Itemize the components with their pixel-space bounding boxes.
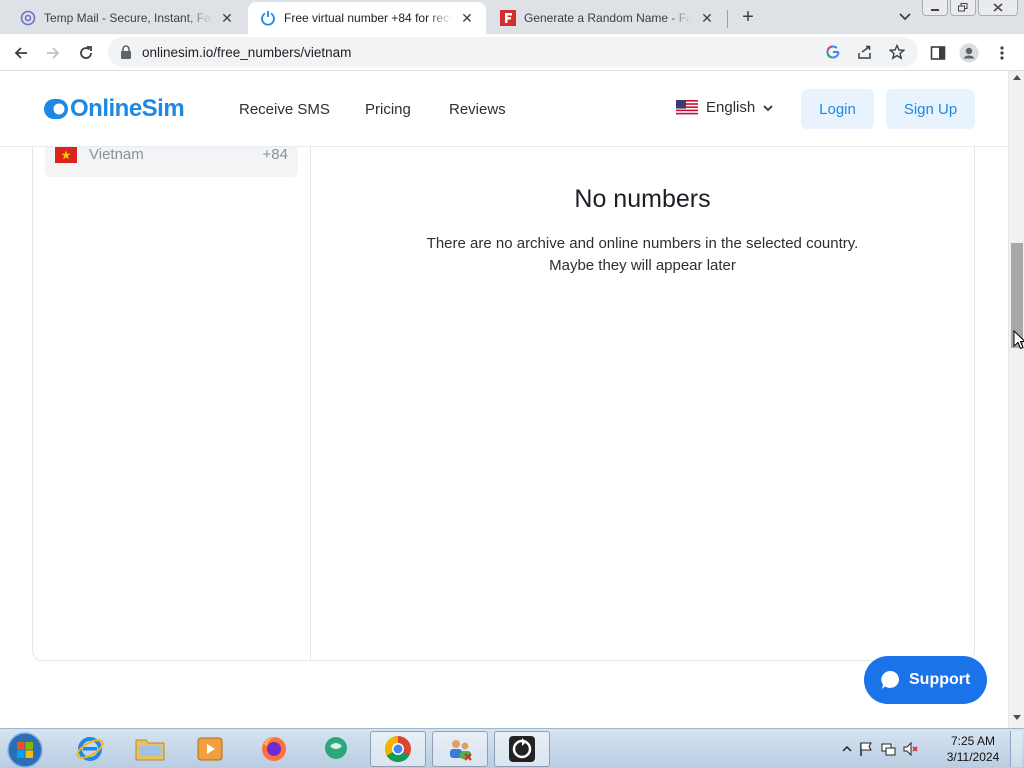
- show-desktop-button[interactable]: [1010, 731, 1022, 767]
- chrome-icon: [384, 735, 411, 763]
- avatar-icon: [959, 43, 979, 63]
- close-icon: [993, 3, 1003, 12]
- clock-time: 7:25 AM: [950, 734, 996, 748]
- reload-icon: [80, 46, 92, 59]
- empty-state-title: No numbers: [574, 185, 711, 213]
- mouse-cursor-icon: [1013, 330, 1024, 350]
- address-bar[interactable]: onlinesim.io/free_numbers/vietnam: [108, 37, 918, 67]
- scroll-down-icon[interactable]: [1012, 714, 1022, 722]
- tab-fake-name[interactable]: Generate a Random Name - Fake ✕: [488, 2, 726, 34]
- us-flag-icon: [676, 99, 698, 116]
- logo-text: OnlineSim: [70, 95, 185, 122]
- show-hidden-icons-icon[interactable]: [842, 744, 852, 754]
- menu-button[interactable]: [991, 42, 1013, 64]
- close-window-button[interactable]: [978, 0, 1018, 16]
- tab-title: Generate a Random Name - Fake: [524, 11, 692, 25]
- tab-title: Temp Mail - Secure, Instant, Fast: [44, 11, 212, 25]
- login-button[interactable]: Login: [801, 89, 874, 129]
- taskbar-internet-explorer[interactable]: [62, 731, 118, 767]
- firefox-icon: [262, 737, 286, 761]
- internet-explorer-icon: [76, 737, 104, 761]
- chat-bubble-icon: [881, 670, 900, 689]
- clock-date: 3/11/2024: [946, 750, 1000, 764]
- country-code: +84: [262, 146, 288, 163]
- folder-icon: [135, 739, 165, 761]
- bookmark-button[interactable]: [888, 43, 906, 61]
- side-panel-icon: [930, 46, 946, 60]
- google-lens-icon: [826, 45, 840, 59]
- tab-onlinesim[interactable]: Free virtual number +84 for rece ✕: [248, 2, 486, 34]
- empty-state-message: There are no archive and online numbers …: [426, 235, 859, 252]
- empty-state-hint: Maybe they will appear later: [549, 257, 736, 274]
- reload-button[interactable]: [75, 42, 97, 64]
- taskbar-clock[interactable]: 7:25 AM 3/11/2024: [940, 733, 1006, 765]
- taskbar: 7:25 AM 3/11/2024: [0, 728, 1024, 768]
- lock-icon[interactable]: [120, 45, 132, 59]
- nav-pricing[interactable]: Pricing: [365, 101, 411, 118]
- back-button[interactable]: [10, 42, 32, 64]
- users-icon: [450, 740, 472, 761]
- window-controls: [922, 0, 1018, 16]
- support-label: Support: [909, 671, 971, 688]
- side-panel-button[interactable]: [927, 42, 949, 64]
- close-icon[interactable]: ✕: [698, 9, 716, 27]
- language-label: English: [706, 99, 756, 116]
- chevron-down-icon: [763, 104, 773, 111]
- nav-receive-sms[interactable]: Receive SMS: [239, 101, 330, 118]
- volume-muted-icon[interactable]: [902, 741, 918, 757]
- page-scrollbar[interactable]: [1008, 71, 1024, 728]
- signup-button[interactable]: Sign Up: [886, 89, 975, 129]
- media-player-icon: [197, 737, 223, 761]
- action-center-flag-icon[interactable]: [858, 741, 874, 757]
- page-viewport: OnlineSim Receive SMS Pricing Reviews En…: [0, 71, 1008, 728]
- new-tab-button[interactable]: +: [737, 6, 759, 28]
- taskbar-firefox[interactable]: [246, 731, 302, 767]
- forward-button[interactable]: [42, 42, 64, 64]
- letter-f-icon: [500, 10, 516, 26]
- start-button[interactable]: [6, 731, 44, 768]
- site-header: OnlineSim Receive SMS Pricing Reviews En…: [0, 71, 1008, 147]
- url-text[interactable]: onlinesim.io/free_numbers/vietnam: [142, 45, 351, 60]
- restore-button[interactable]: [950, 0, 976, 16]
- google-icon[interactable]: [824, 43, 842, 61]
- power-icon: [261, 11, 275, 26]
- taskbar-chrome[interactable]: [370, 731, 426, 767]
- chat-app-icon: [325, 737, 347, 759]
- browser-toolbar: onlinesim.io/free_numbers/vietnam: [0, 34, 1024, 71]
- taskbar-messenger[interactable]: [308, 731, 364, 767]
- site-logo[interactable]: OnlineSim: [44, 95, 185, 123]
- share-icon: [858, 45, 871, 59]
- minimize-button[interactable]: [922, 0, 948, 16]
- network-icon[interactable]: [880, 741, 896, 757]
- minimize-icon: [931, 8, 939, 11]
- sync-icon: [509, 736, 535, 762]
- tab-temp-mail[interactable]: Temp Mail - Secure, Instant, Fast ✕: [8, 2, 246, 34]
- country-name: Vietnam: [89, 146, 144, 163]
- taskbar-file-explorer[interactable]: [122, 731, 178, 767]
- tab-strip: Temp Mail - Secure, Instant, Fast ✕ Free…: [0, 0, 1024, 34]
- arrow-right-icon: [47, 47, 60, 59]
- system-tray: [842, 729, 918, 768]
- language-selector[interactable]: English: [676, 99, 773, 116]
- tab-search-icon[interactable]: [895, 8, 915, 26]
- kebab-menu-icon: [1000, 46, 1004, 60]
- support-button[interactable]: Support: [864, 656, 987, 704]
- taskbar-media-player[interactable]: [182, 731, 238, 767]
- arrow-left-icon: [14, 47, 27, 59]
- share-button[interactable]: [856, 43, 874, 61]
- nav-reviews[interactable]: Reviews: [449, 101, 506, 118]
- taskbar-people-app[interactable]: [432, 731, 488, 767]
- taskbar-sync-app[interactable]: [494, 731, 550, 767]
- restore-icon: [958, 3, 968, 12]
- close-icon[interactable]: ✕: [458, 9, 476, 27]
- scroll-up-icon[interactable]: [1012, 73, 1022, 81]
- profile-button[interactable]: [958, 42, 980, 64]
- tab-title: Free virtual number +84 for rece: [284, 11, 452, 25]
- vietnam-flag-icon: [55, 147, 77, 163]
- at-sign-icon: [20, 10, 36, 26]
- onlinesim-logo-icon: [44, 99, 68, 119]
- tab-separator: [727, 10, 728, 28]
- star-icon: [889, 44, 905, 60]
- close-icon[interactable]: ✕: [218, 9, 236, 27]
